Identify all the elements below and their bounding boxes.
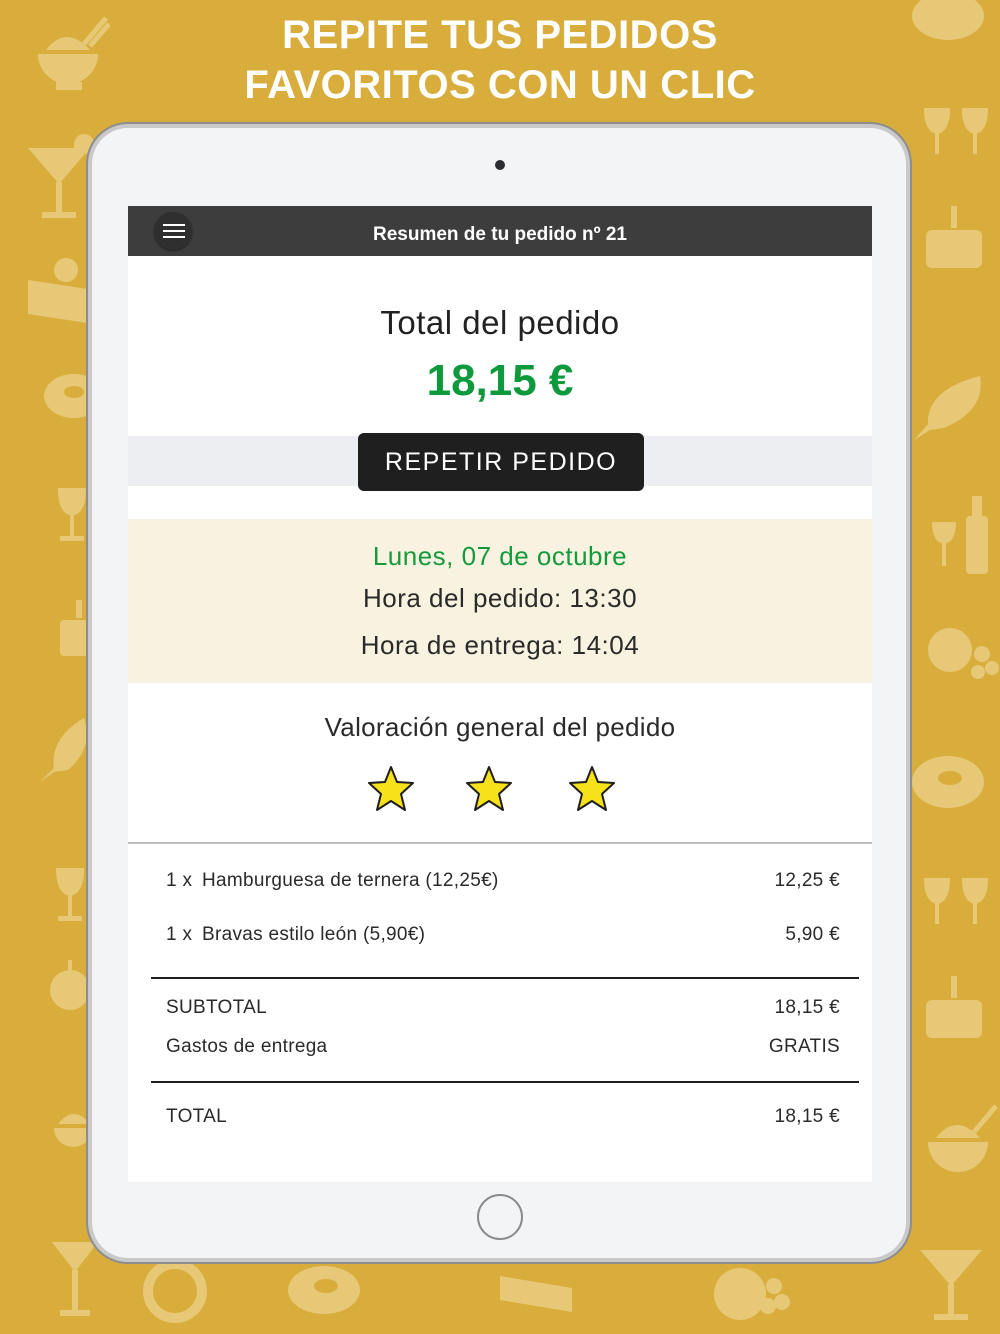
app-screen: Resumen de tu pedido nº 21 Total del ped… bbox=[128, 206, 872, 1182]
birthday-cake-icon bbox=[922, 196, 986, 272]
cocktail-icon bbox=[918, 1234, 988, 1324]
wine-glass-icon bbox=[920, 874, 994, 934]
delivery-fee-label: Gastos de entrega bbox=[166, 1036, 328, 1057]
star-icon bbox=[466, 766, 512, 811]
fruit-icon bbox=[48, 956, 92, 1016]
delivery-time: Hora de entrega: 14:04 bbox=[360, 630, 640, 660]
order-date: Lunes, 07 de octubre bbox=[372, 541, 628, 571]
wine-glass-icon bbox=[50, 866, 90, 926]
item-quantity: 1 x bbox=[166, 870, 193, 891]
order-total-label: Total del pedido bbox=[380, 304, 620, 341]
items-divider bbox=[151, 977, 859, 979]
fruit-icon bbox=[140, 1256, 210, 1326]
noodle-bowl-icon bbox=[52, 1102, 92, 1172]
fish-icon bbox=[32, 712, 94, 788]
noodle-bowl-icon bbox=[924, 1102, 1000, 1182]
promo-line-1: REPITE TUS PEDIDOS bbox=[282, 13, 718, 57]
order-item-row: 1 x Hamburguesa de ternera (12,25€) 12,25… bbox=[166, 870, 840, 892]
repeat-order-button[interactable]: REPETIR PEDIDO bbox=[358, 433, 644, 491]
page-title: Resumen de tu pedido nº 21 bbox=[373, 224, 627, 245]
wine-glass-icon bbox=[52, 486, 92, 546]
cocktail-icon bbox=[26, 132, 96, 222]
subtotal-value: 18,15 € bbox=[774, 997, 840, 1018]
tablet-frame: Resumen de tu pedido nº 21 Total del ped… bbox=[92, 128, 906, 1258]
subtotal-row: SUBTOTAL 18,15 € bbox=[166, 997, 840, 1019]
wine-glass-icon bbox=[920, 104, 994, 164]
steak-icon bbox=[286, 1262, 362, 1318]
order-item-row: 1 x Bravas estilo león (5,90€) 5,90 € bbox=[166, 924, 840, 946]
item-name: Hamburguesa de ternera (12,25€) bbox=[202, 870, 499, 891]
grand-total-value: 18,15 € bbox=[774, 1106, 840, 1127]
item-price: 12,25 € bbox=[774, 870, 840, 891]
star-icon bbox=[569, 766, 615, 811]
item-price: 5,90 € bbox=[785, 924, 840, 945]
item-name: Bravas estilo león (5,90€) bbox=[202, 924, 426, 945]
rating-label: Valoración general del pedido bbox=[324, 712, 676, 742]
star-icon bbox=[368, 766, 414, 811]
item-quantity: 1 x bbox=[166, 924, 193, 945]
schedule-panel: Lunes, 07 de octubre Hora del pedido: 13… bbox=[128, 519, 872, 683]
fruit-icon bbox=[712, 1256, 792, 1326]
grand-total-label: TOTAL bbox=[166, 1106, 227, 1127]
cocktail-icon bbox=[50, 1236, 100, 1326]
birthday-cake-icon bbox=[922, 966, 986, 1042]
grand-total-row: TOTAL 18,15 € bbox=[166, 1106, 840, 1128]
totals-divider bbox=[151, 1081, 859, 1083]
steak-icon bbox=[910, 752, 986, 812]
subtotal-label: SUBTOTAL bbox=[166, 997, 267, 1018]
wine-bottle-icon bbox=[928, 494, 994, 576]
cake-slice-icon bbox=[496, 1256, 576, 1316]
birthday-cake-icon bbox=[56, 590, 96, 660]
fruit-icon bbox=[926, 614, 1000, 684]
order-total-amount: 18,15 € bbox=[426, 356, 574, 405]
delivery-fee-row: Gastos de entrega GRATIS bbox=[166, 1036, 840, 1058]
cake-slice-icon bbox=[26, 250, 96, 330]
fish-icon bbox=[910, 370, 990, 446]
steak-icon bbox=[40, 370, 100, 430]
section-divider bbox=[128, 842, 872, 844]
promo-headline: REPITE TUS PEDIDOS FAVORITOS CON UN CLIC bbox=[0, 10, 1000, 110]
delivery-fee-value: GRATIS bbox=[768, 1036, 840, 1057]
order-time: Hora del pedido: 13:30 bbox=[362, 583, 638, 613]
camera-dot bbox=[495, 160, 505, 170]
promo-line-2: FAVORITOS CON UN CLIC bbox=[244, 63, 756, 107]
app-bar: Resumen de tu pedido nº 21 bbox=[128, 206, 872, 256]
home-button[interactable] bbox=[477, 1194, 523, 1240]
